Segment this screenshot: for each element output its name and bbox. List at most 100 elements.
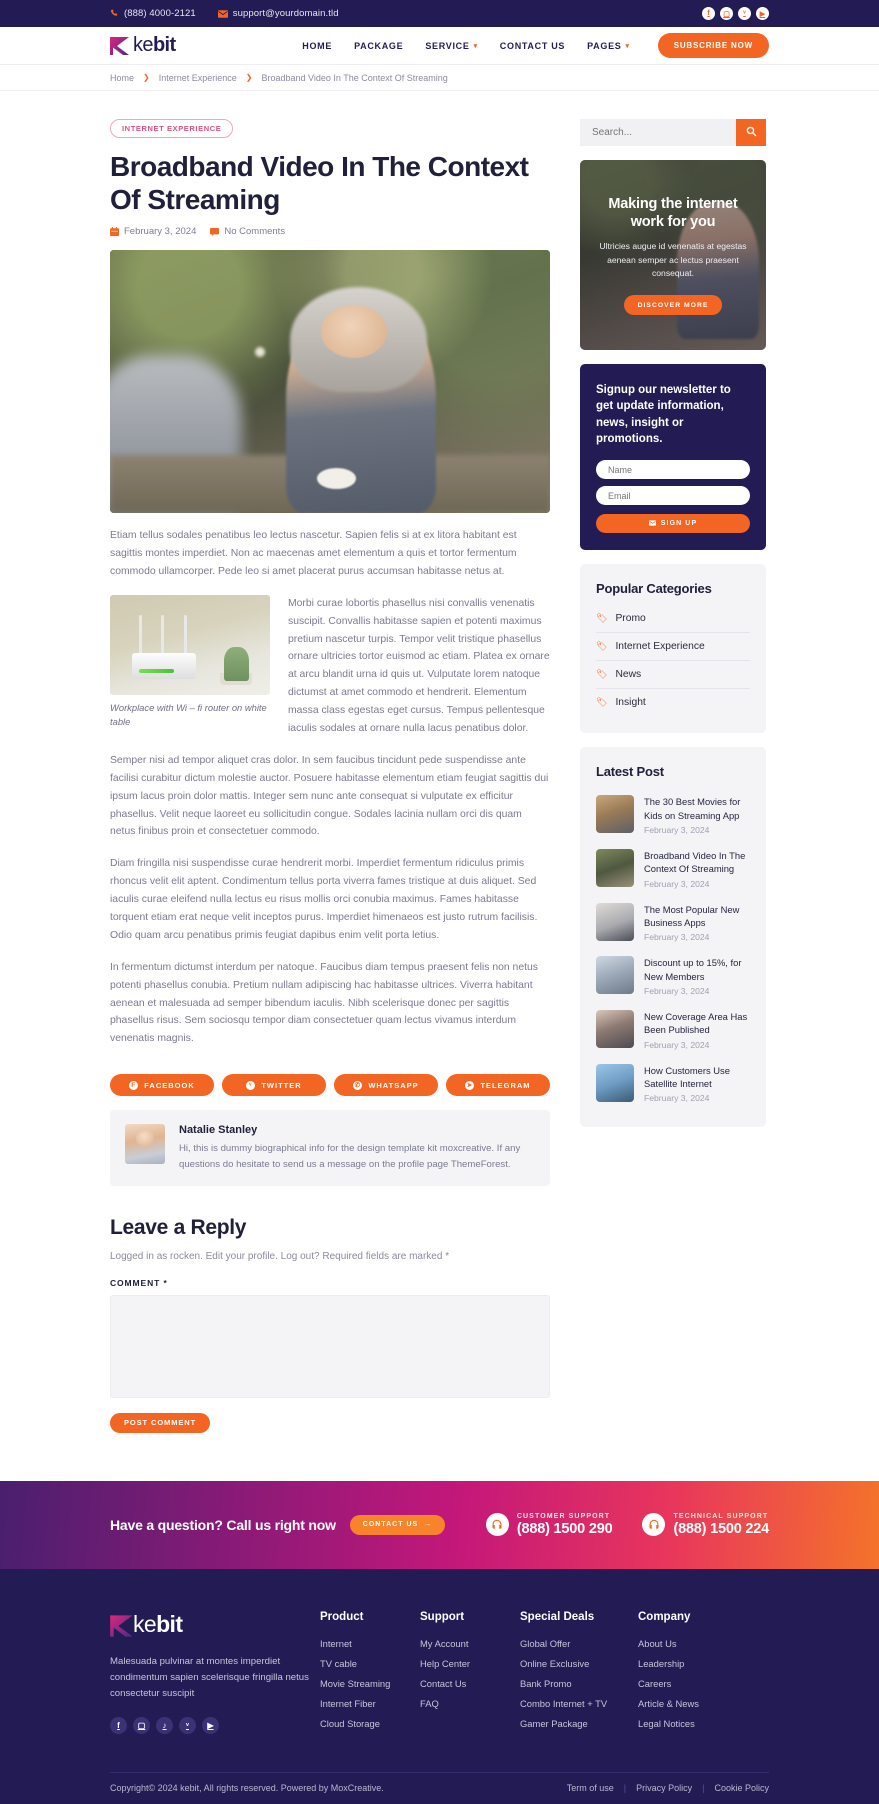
footer-link[interactable]: TV cable — [320, 1658, 420, 1669]
avatar — [125, 1124, 165, 1165]
footer-link[interactable]: Global Offer — [520, 1638, 638, 1649]
footer-link[interactable]: Help Center — [420, 1658, 520, 1669]
contact-us-button[interactable]: CONTACT US → — [349, 1514, 446, 1535]
footer-link[interactable]: Article & News — [638, 1698, 738, 1709]
twitter-icon[interactable]: ᵛ — [738, 7, 751, 20]
footer-column-special-deals: Special Deals Global Offer Online Exclus… — [520, 1611, 638, 1738]
footer-link[interactable]: Careers — [638, 1678, 738, 1689]
footer-column-title: Special Deals — [520, 1610, 595, 1623]
comment-input[interactable] — [110, 1294, 550, 1398]
post-comment-button[interactable]: POST COMMENT — [110, 1412, 211, 1433]
footer-link[interactable]: Legal Notices — [638, 1718, 738, 1729]
topbar-email-text: support@yourdomain.tld — [232, 8, 339, 19]
footer-link[interactable]: About Us — [638, 1638, 738, 1649]
footer-link[interactable]: Bank Promo — [520, 1678, 638, 1689]
footer-link[interactable]: Movie Streaming — [320, 1678, 420, 1689]
youtube-icon[interactable]: ▶ — [202, 1717, 219, 1735]
tiktok-icon[interactable]: ♪ — [156, 1717, 173, 1735]
category-item-insight[interactable]: 🏷 Insight — [596, 689, 750, 716]
list-item[interactable]: The 30 Best Movies for Kids on Streaming… — [596, 788, 750, 842]
share-whatsapp-label: WHATSAPP — [368, 1080, 419, 1090]
category-badge[interactable]: INTERNET EXPERIENCE — [110, 119, 234, 138]
share-twitter-button[interactable]: ᵛ TWITTER — [222, 1074, 326, 1097]
footer-link[interactable]: Gamer Package — [520, 1718, 638, 1729]
list-item[interactable]: Discount up to 15%, for New Members Febr… — [596, 949, 750, 1003]
top-bar: (888) 4000-2121 support@yourdomain.tld f… — [0, 0, 879, 27]
footer-link[interactable]: Cloud Storage — [320, 1718, 420, 1729]
list-item[interactable]: How Customers Use Satellite Internet Feb… — [596, 1057, 750, 1111]
newsletter-name-input[interactable] — [596, 460, 750, 480]
category-item-promo[interactable]: 🏷 Promo — [596, 605, 750, 634]
chevron-right-icon: ❯ — [143, 73, 150, 82]
nav-item-home[interactable]: HOME — [302, 41, 332, 51]
post-thumbnail — [596, 849, 634, 887]
youtube-icon[interactable]: ▶ — [756, 7, 769, 20]
article-figure: Workplace with Wi – fi router on white t… — [110, 594, 270, 729]
post-thumbnail — [596, 902, 634, 941]
post-title: How Customers Use Satellite Internet — [644, 1064, 730, 1090]
list-item[interactable]: Broadband Video In The Context Of Stream… — [596, 842, 750, 896]
cookie-policy-link[interactable]: Cookie Policy — [714, 1783, 769, 1793]
breadcrumb: Home ❯ Internet Experience ❯ Broadband V… — [0, 65, 879, 91]
search-box — [580, 119, 766, 146]
subscribe-now-button[interactable]: SUBSCRIBE NOW — [657, 33, 769, 58]
newsletter-email-input[interactable] — [596, 486, 750, 506]
breadcrumb-home[interactable]: Home — [110, 73, 134, 83]
post-date: February 3, 2024 — [644, 1093, 710, 1104]
footer-link[interactable]: Contact Us — [420, 1678, 520, 1689]
footer-link[interactable]: Combo Internet + TV — [520, 1698, 638, 1709]
privacy-policy-link[interactable]: Privacy Policy — [636, 1783, 692, 1793]
instagram-icon[interactable]: ▢ — [720, 7, 733, 20]
share-facebook-button[interactable]: f FACEBOOK — [110, 1074, 214, 1097]
list-item[interactable]: The Most Popular New Business Apps Febru… — [596, 896, 750, 950]
share-telegram-button[interactable]: ➤ TELEGRAM — [446, 1074, 550, 1097]
post-title: The Most Popular New Business Apps — [644, 903, 740, 929]
breadcrumb-category[interactable]: Internet Experience — [159, 73, 237, 83]
category-item-internet-experience[interactable]: 🏷 Internet Experience — [596, 633, 750, 662]
article-paragraph-1: Etiam tellus sodales penatibus leo lectu… — [110, 530, 517, 577]
nav-item-contact-us[interactable]: CONTACT US — [500, 41, 565, 51]
divider: | — [702, 1783, 705, 1794]
category-item-news[interactable]: 🏷 News — [596, 661, 750, 690]
post-title: New Coverage Area Has Been Published — [644, 1011, 748, 1036]
facebook-icon[interactable]: f — [110, 1717, 127, 1735]
share-whatsapp-button[interactable]: ✆ WHATSAPP — [334, 1074, 438, 1097]
search-button[interactable] — [736, 119, 766, 146]
nav-item-service[interactable]: SERVICE ▾ — [425, 41, 477, 51]
footer-link[interactable]: Online Exclusive — [520, 1658, 638, 1669]
search-input[interactable] — [580, 119, 736, 146]
promo-card: Making the internet work for you Ultrici… — [580, 160, 766, 350]
instagram-icon[interactable]: ▢ — [133, 1717, 150, 1735]
footer-link[interactable]: Internet Fiber — [320, 1698, 420, 1709]
footer-link[interactable]: Internet — [320, 1638, 420, 1649]
facebook-icon[interactable]: f — [702, 7, 715, 20]
post-thumbnail — [596, 1010, 634, 1049]
kebit-logo-icon — [110, 1613, 133, 1638]
figure-caption: Workplace with Wi – fi router on white t… — [110, 701, 267, 727]
cta-question: Have a question? Call us right now — [110, 1516, 336, 1533]
technical-support-text: TECHNICAL SUPPORT (888) 1500 224 — [673, 1513, 769, 1537]
phone-icon — [110, 9, 119, 18]
twitter-icon[interactable]: ᵛ — [179, 1717, 196, 1735]
footer-link[interactable]: Leadership — [638, 1658, 738, 1669]
topbar-email[interactable]: support@yourdomain.tld — [217, 8, 339, 19]
footer-link[interactable]: FAQ — [420, 1698, 520, 1709]
nav-item-pages[interactable]: PAGES ▾ — [587, 41, 630, 51]
footer-link[interactable]: My Account — [420, 1638, 520, 1649]
headset-icon — [485, 1513, 509, 1537]
term-of-use-link[interactable]: Term of use — [567, 1783, 614, 1793]
envelope-icon — [217, 9, 228, 18]
sign-up-button[interactable]: SIGN UP — [596, 514, 750, 534]
nav-item-package[interactable]: PACKAGE — [354, 41, 403, 51]
list-item[interactable]: New Coverage Area Has Been Published Feb… — [596, 1003, 750, 1057]
comment-label: COMMENT * — [110, 1277, 168, 1288]
discover-more-button[interactable]: DISCOVER MORE — [623, 295, 723, 316]
sign-up-label: SIGN UP — [660, 520, 698, 528]
author-box: Natalie Stanley Hi, this is dummy biogra… — [110, 1110, 550, 1186]
footer-about: Malesuada pulvinar at montes imperdiet c… — [110, 1655, 309, 1699]
topbar-phone[interactable]: (888) 4000-2121 — [110, 8, 196, 19]
footer-column-company: Company About Us Leadership Careers Arti… — [638, 1611, 738, 1738]
footer-logo[interactable]: kebit — [110, 1611, 320, 1638]
copyright-text: Copyright© 2024 kebit, All rights reserv… — [110, 1783, 384, 1794]
site-logo[interactable]: kebit — [110, 34, 176, 57]
